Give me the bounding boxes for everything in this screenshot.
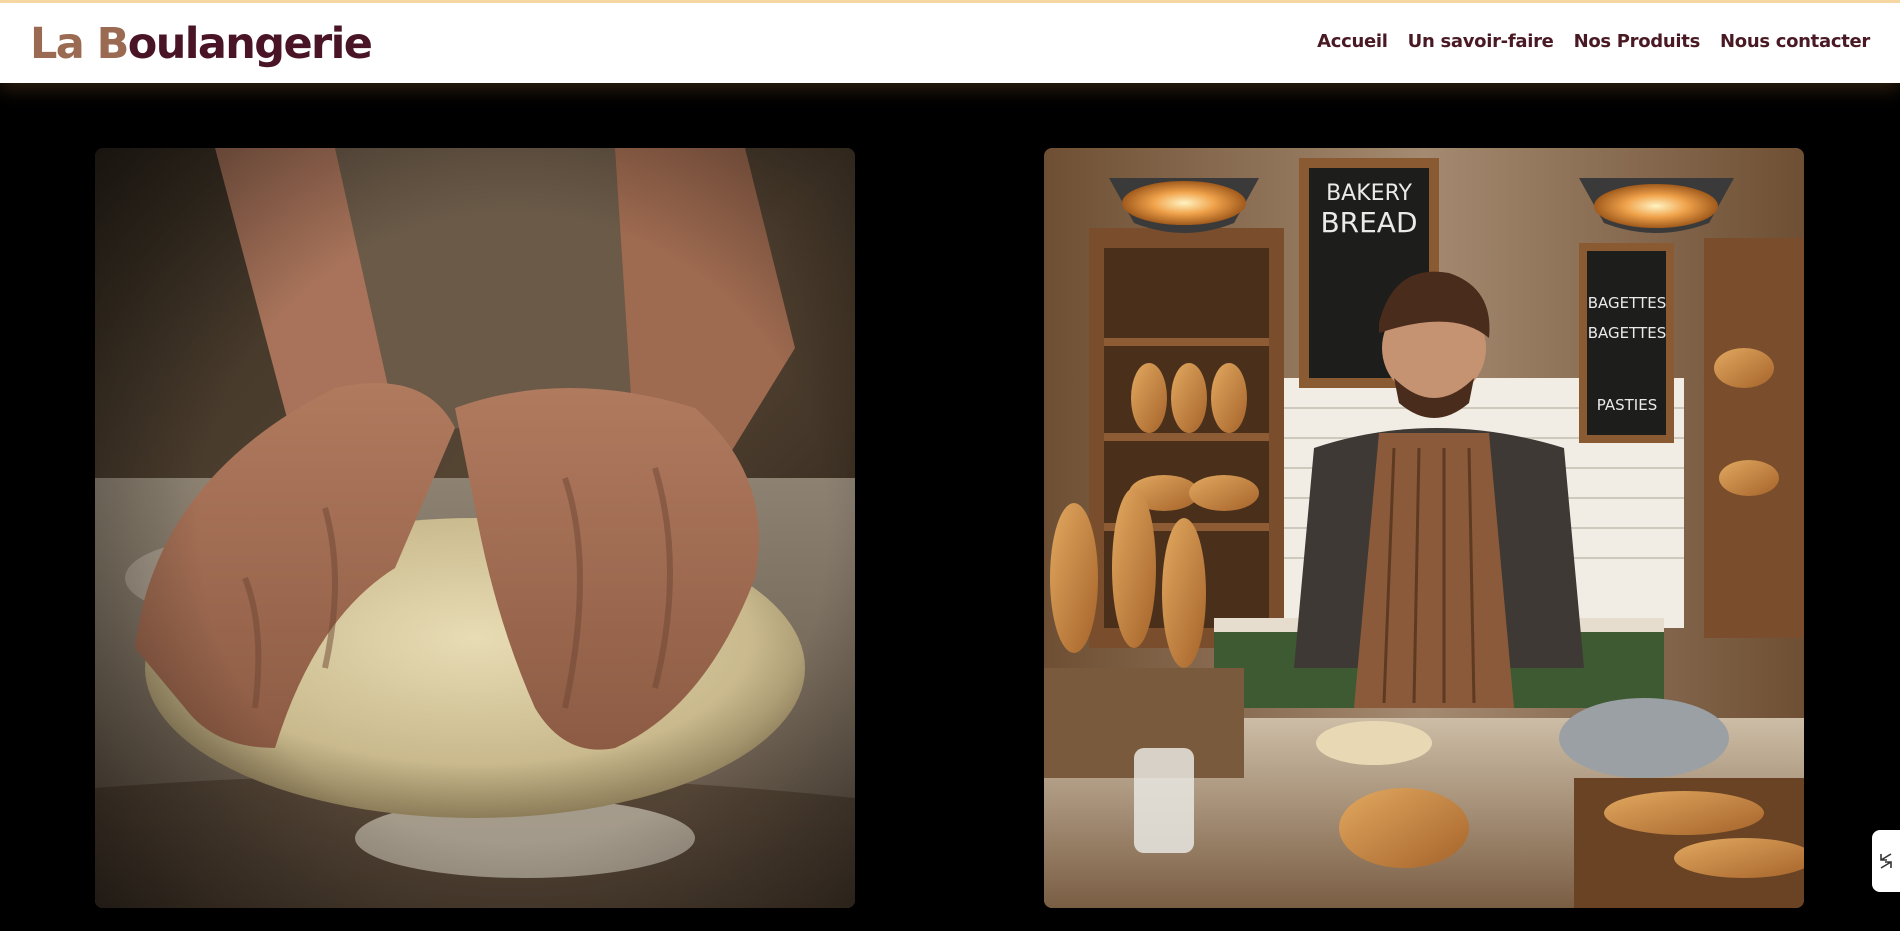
site-logo[interactable]: La Boulangerie <box>30 16 373 72</box>
collapse-arrows-icon <box>1880 853 1892 869</box>
nav-item-accueil[interactable]: Accueil <box>1317 31 1388 52</box>
page: La Boulangerie Accueil Un savoir-faire N… <box>0 0 1900 931</box>
chalkboard-2-line1: BAGETTES <box>1588 294 1666 312</box>
logo-text-part1: La B <box>30 19 129 69</box>
chalkboard-2-line2: BAGETTES <box>1588 324 1666 342</box>
chalkboard-2-line3: PASTIES <box>1597 396 1657 414</box>
navbar: La Boulangerie Accueil Un savoir-faire N… <box>0 3 1900 83</box>
chalkboard-1-line1: BAKERY <box>1326 181 1412 206</box>
main-nav: Accueil Un savoir-faire Nos Produits Nou… <box>1317 31 1870 52</box>
side-widget-button[interactable] <box>1872 830 1900 892</box>
nav-item-produits[interactable]: Nos Produits <box>1574 31 1701 52</box>
nav-item-savoir-faire[interactable]: Un savoir-faire <box>1408 31 1554 52</box>
kneading-dough-photo <box>95 148 855 908</box>
baker-in-bakery-photo: BAKERY BREAD BAGETTES BAGETTES PASTIES <box>1044 148 1804 908</box>
chalkboard-1-line2: BREAD <box>1320 206 1417 239</box>
logo-text-part2: oulangerie <box>127 19 373 69</box>
nav-item-contact[interactable]: Nous contacter <box>1720 31 1870 52</box>
